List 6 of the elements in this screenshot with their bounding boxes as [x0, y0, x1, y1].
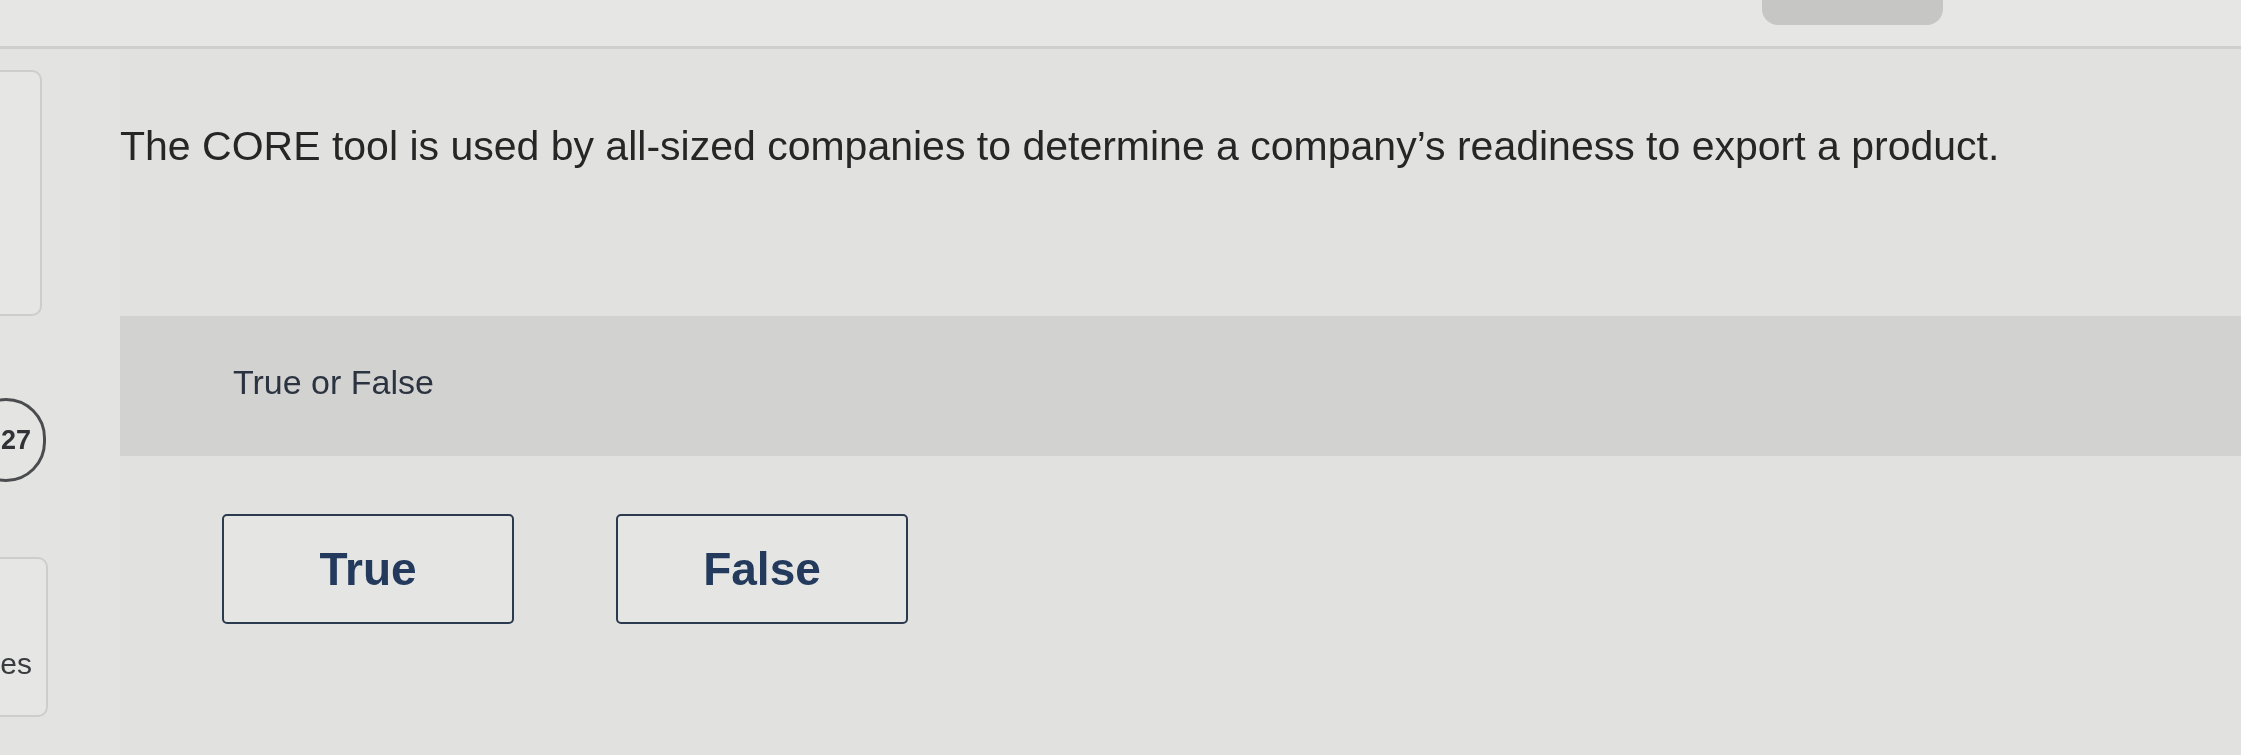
answer-option[interactable]: True: [222, 514, 514, 624]
answer-option[interactable]: False: [616, 514, 908, 624]
question-number-badge[interactable]: 27: [0, 398, 46, 482]
question-text: The CORE tool is used by all-sized companies to determine a company’s readiness to export a product.: [120, 122, 2000, 171]
answer-type-label: True or False: [233, 363, 434, 401]
sidebar-card[interactable]: es: [0, 557, 48, 717]
